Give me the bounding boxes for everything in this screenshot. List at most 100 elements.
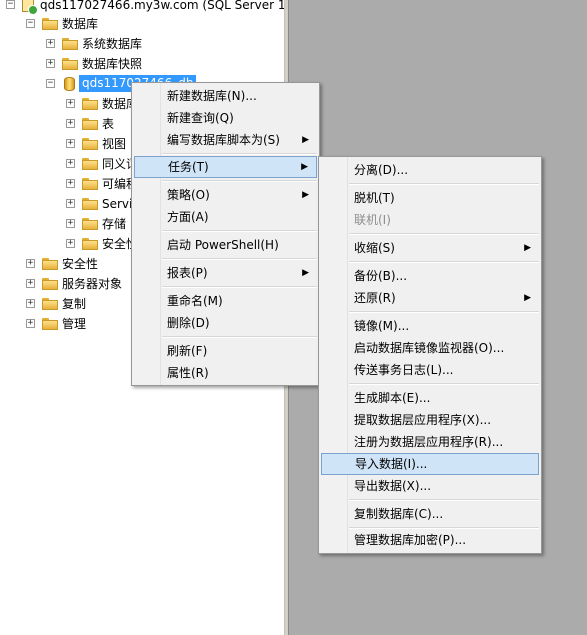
server-objects-label: 服务器对象	[62, 277, 123, 291]
storage-label: 存储	[102, 217, 127, 231]
menu-separator	[349, 261, 539, 263]
context-menu: 新建数据库(N)... 新建查询(Q) 编写数据库脚本为(S) ▶ 任务(T) ▶ …	[131, 82, 320, 386]
folder-icon	[82, 118, 98, 130]
menu-item-label: 联机(I)	[354, 213, 391, 227]
expand-toggle-icon[interactable]: +	[66, 179, 75, 188]
menu-item-restore[interactable]: 还原(R) ▶	[321, 287, 539, 309]
menu-item-register-data-tier[interactable]: 注册为数据层应用程序(R)...	[321, 431, 539, 453]
menu-item-delete[interactable]: 删除(D)	[134, 312, 317, 334]
menu-separator	[349, 499, 539, 501]
tables-label: 表	[102, 117, 115, 131]
menu-separator	[162, 258, 317, 260]
menu-item-label: 收缩(S)	[354, 241, 395, 255]
expand-toggle-icon[interactable]: +	[26, 319, 35, 328]
security-label: 安全性	[62, 257, 99, 271]
expand-toggle-icon[interactable]: +	[66, 239, 75, 248]
menu-item-label: 启动数据库镜像监视器(O)...	[354, 341, 505, 355]
menu-separator	[349, 183, 539, 185]
submenu-arrow-icon: ▶	[302, 268, 309, 278]
menu-separator	[162, 230, 317, 232]
menu-item-detach[interactable]: 分离(D)...	[321, 159, 539, 181]
folder-icon	[42, 18, 58, 30]
menu-item-properties[interactable]: 属性(R)	[134, 362, 317, 384]
folder-icon	[82, 238, 98, 250]
databases-label: 数据库	[62, 17, 99, 31]
menu-item-label: 方面(A)	[167, 210, 209, 224]
menu-item-new-query[interactable]: 新建查询(Q)	[134, 107, 317, 129]
expand-toggle-icon[interactable]: +	[46, 59, 55, 68]
expand-toggle-icon[interactable]: +	[46, 39, 55, 48]
menu-item-bring-online[interactable]: 联机(I)	[321, 209, 539, 231]
submenu-arrow-icon: ▶	[302, 190, 309, 200]
folder-icon	[82, 178, 98, 190]
menu-item-launch-mirror-monitor[interactable]: 启动数据库镜像监视器(O)...	[321, 337, 539, 359]
menu-item-label: 传送事务日志(L)...	[354, 363, 454, 377]
submenu-arrow-icon: ▶	[524, 293, 531, 303]
folder-icon	[82, 198, 98, 210]
menu-item-extract-data-tier[interactable]: 提取数据层应用程序(X)...	[321, 409, 539, 431]
folder-icon	[42, 298, 58, 310]
collapse-toggle-icon[interactable]: −	[46, 79, 55, 88]
menu-separator	[349, 383, 539, 385]
collapse-toggle-icon[interactable]: −	[6, 0, 15, 9]
menu-item-mirror[interactable]: 镜像(M)...	[321, 315, 539, 337]
expand-toggle-icon[interactable]: +	[66, 219, 75, 228]
menu-item-label: 脱机(T)	[354, 191, 395, 205]
expand-toggle-icon[interactable]: +	[66, 99, 75, 108]
menu-separator	[162, 336, 317, 338]
folder-icon	[82, 158, 98, 170]
menu-item-take-offline[interactable]: 脱机(T)	[321, 187, 539, 209]
menu-item-tasks[interactable]: 任务(T) ▶	[134, 156, 317, 178]
folder-icon	[42, 318, 58, 330]
menu-item-label: 分离(D)...	[354, 163, 409, 177]
tasks-submenu: 分离(D)... 脱机(T) 联机(I) 收缩(S) ▶ 备份(B)... 还原(…	[318, 156, 542, 554]
server-label: qds117027466.my3w.com (SQL Server 10	[40, 0, 284, 12]
menu-item-rename[interactable]: 重命名(M)	[134, 290, 317, 312]
menu-item-label: 策略(O)	[167, 188, 210, 202]
submenu-arrow-icon: ▶	[524, 243, 531, 253]
expand-toggle-icon[interactable]: +	[26, 259, 35, 268]
expand-toggle-icon[interactable]: +	[26, 279, 35, 288]
menu-item-label: 启动 PowerShell(H)	[167, 238, 279, 252]
menu-item-start-powershell[interactable]: 启动 PowerShell(H)	[134, 234, 317, 256]
expand-toggle-icon[interactable]: +	[66, 159, 75, 168]
server-icon	[22, 0, 38, 15]
menu-item-shrink[interactable]: 收缩(S) ▶	[321, 237, 539, 259]
menu-item-copy-database[interactable]: 复制数据库(C)...	[321, 503, 539, 525]
menu-item-export-data[interactable]: 导出数据(X)...	[321, 475, 539, 497]
menu-item-manage-encryption[interactable]: 管理数据库加密(P)...	[321, 529, 539, 551]
expand-toggle-icon[interactable]: +	[66, 199, 75, 208]
menu-item-label: 报表(P)	[167, 266, 208, 280]
menu-separator	[349, 233, 539, 235]
menu-separator	[162, 153, 317, 155]
menu-item-generate-scripts[interactable]: 生成脚本(E)...	[321, 387, 539, 409]
menu-item-label: 提取数据层应用程序(X)...	[354, 413, 492, 427]
menu-item-label: 新建查询(Q)	[167, 111, 234, 125]
menu-item-reports[interactable]: 报表(P) ▶	[134, 262, 317, 284]
menu-item-backup[interactable]: 备份(B)...	[321, 265, 539, 287]
expand-toggle-icon[interactable]: +	[66, 139, 75, 148]
menu-item-new-database[interactable]: 新建数据库(N)...	[134, 85, 317, 107]
views-label: 视图	[102, 137, 127, 151]
folder-icon	[82, 138, 98, 150]
menu-item-label: 管理数据库加密(P)...	[354, 533, 467, 547]
database-icon	[64, 77, 75, 91]
expand-toggle-icon[interactable]: +	[26, 299, 35, 308]
submenu-arrow-icon: ▶	[302, 135, 309, 145]
menu-item-ship-logs[interactable]: 传送事务日志(L)...	[321, 359, 539, 381]
menu-separator	[162, 180, 317, 182]
menu-separator	[349, 311, 539, 313]
menu-item-label: 还原(R)	[354, 291, 396, 305]
system-databases-label: 系统数据库	[82, 37, 143, 51]
expand-toggle-icon[interactable]: +	[66, 119, 75, 128]
collapse-toggle-icon[interactable]: −	[26, 19, 35, 28]
menu-separator	[162, 286, 317, 288]
menu-item-label: 刷新(F)	[167, 344, 208, 358]
menu-item-import-data[interactable]: 导入数据(I)...	[321, 453, 539, 475]
menu-item-facets[interactable]: 方面(A)	[134, 206, 317, 228]
menu-item-refresh[interactable]: 刷新(F)	[134, 340, 317, 362]
menu-item-policies[interactable]: 策略(O) ▶	[134, 184, 317, 206]
menu-item-label: 导入数据(I)...	[355, 457, 428, 471]
menu-item-script-database-as[interactable]: 编写数据库脚本为(S) ▶	[134, 129, 317, 151]
menu-item-label: 复制数据库(C)...	[354, 507, 444, 521]
